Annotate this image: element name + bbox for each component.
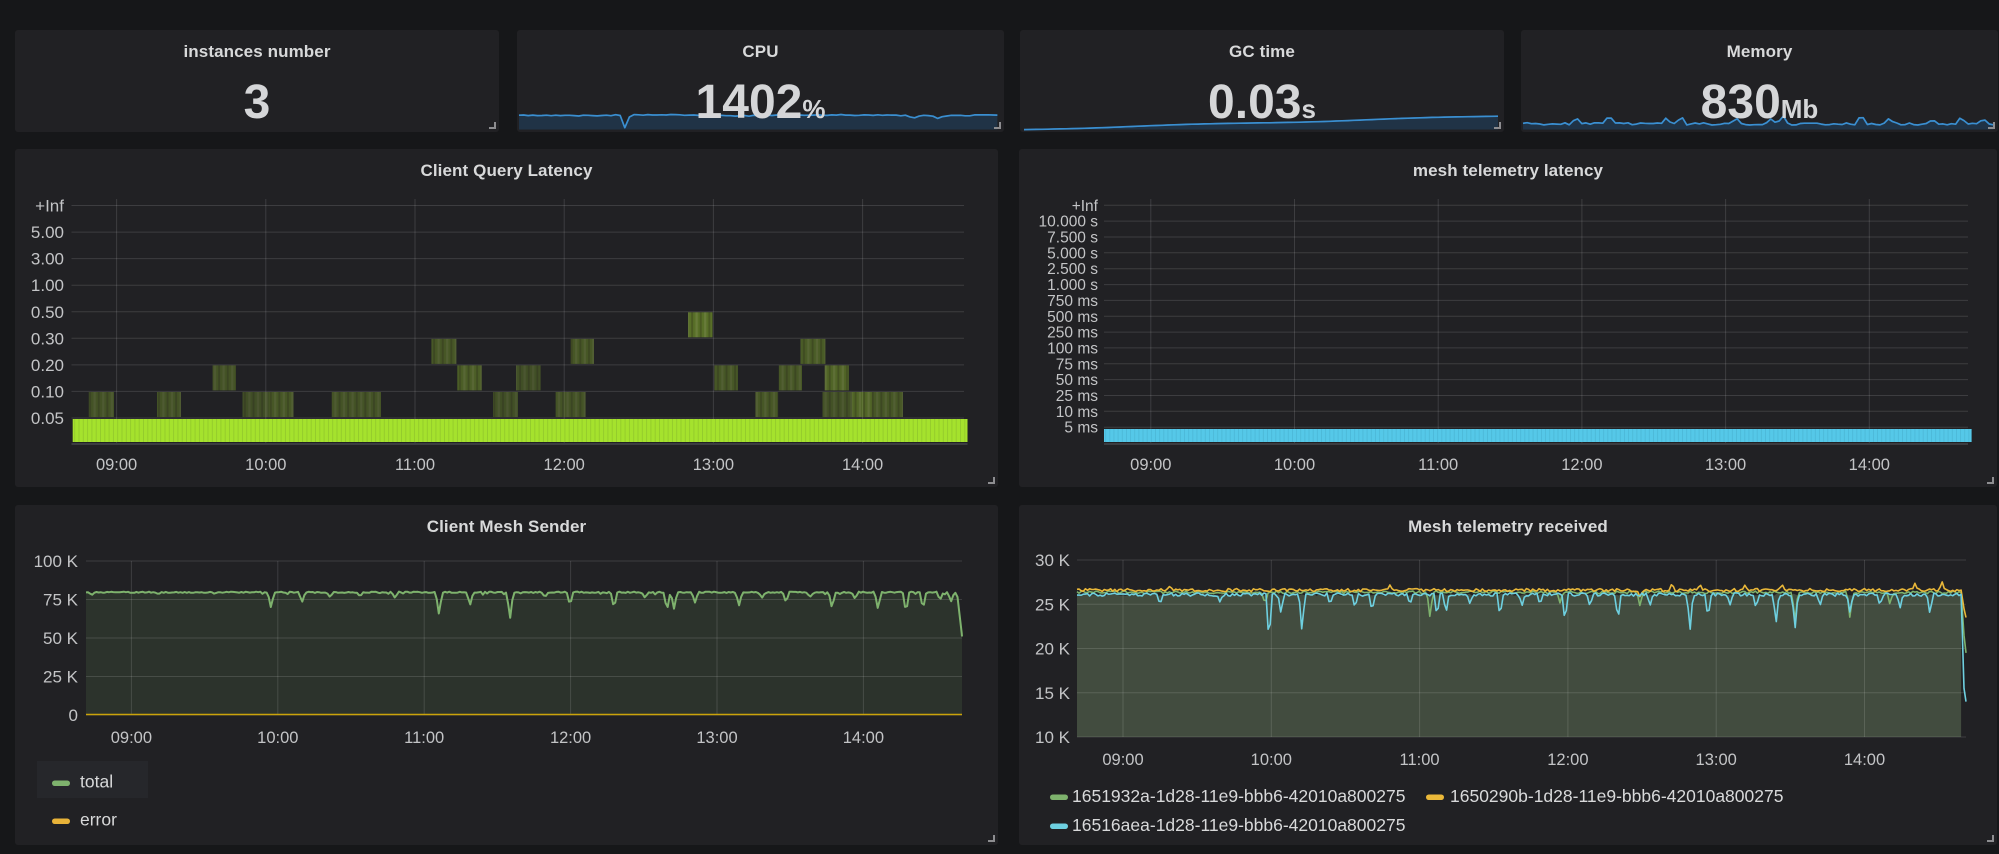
svg-text:0.05: 0.05 [31, 409, 64, 428]
svg-text:error: error [80, 810, 117, 830]
svg-text:830Mb: 830Mb [1701, 76, 1819, 129]
svg-text:12:00: 12:00 [550, 729, 591, 747]
svg-text:0.50: 0.50 [31, 303, 64, 322]
svg-text:09:00: 09:00 [1130, 456, 1171, 474]
svg-text:10 ms: 10 ms [1056, 404, 1098, 421]
svg-text:0: 0 [69, 706, 78, 725]
svg-text:14:00: 14:00 [842, 456, 883, 474]
svg-text:25 K: 25 K [1035, 595, 1071, 614]
svg-text:10:00: 10:00 [257, 729, 298, 747]
svg-text:14:00: 14:00 [1844, 751, 1885, 769]
svg-text:1651932a-1d28-11e9-bbb6-42010a: 1651932a-1d28-11e9-bbb6-42010a800275 [1072, 786, 1405, 806]
svg-text:+Inf: +Inf [35, 197, 64, 216]
svg-text:5.000 s: 5.000 s [1047, 245, 1098, 262]
svg-text:10:00: 10:00 [1251, 751, 1292, 769]
svg-text:75 K: 75 K [43, 591, 79, 610]
svg-text:1.000 s: 1.000 s [1047, 277, 1098, 294]
svg-text:15 K: 15 K [1035, 684, 1071, 703]
svg-text:0.03s: 0.03s [1208, 76, 1316, 129]
svg-text:+Inf: +Inf [1072, 198, 1099, 215]
svg-text:50 ms: 50 ms [1056, 372, 1098, 389]
svg-text:0.20: 0.20 [31, 356, 64, 375]
svg-text:09:00: 09:00 [96, 456, 137, 474]
svg-text:50 K: 50 K [43, 629, 79, 648]
svg-text:09:00: 09:00 [111, 729, 152, 747]
svg-text:0.10: 0.10 [31, 383, 64, 402]
svg-text:750 ms: 750 ms [1047, 293, 1098, 310]
svg-text:1.00: 1.00 [31, 276, 64, 295]
svg-text:10 K: 10 K [1035, 728, 1071, 747]
svg-text:14:00: 14:00 [1849, 456, 1890, 474]
svg-text:12:00: 12:00 [544, 456, 585, 474]
svg-text:11:00: 11:00 [395, 456, 435, 474]
svg-text:25 ms: 25 ms [1056, 388, 1098, 405]
svg-text:13:00: 13:00 [693, 456, 734, 474]
svg-text:5.00: 5.00 [31, 223, 64, 242]
svg-text:500 ms: 500 ms [1047, 309, 1098, 326]
svg-text:25 K: 25 K [43, 668, 79, 687]
svg-text:14:00: 14:00 [843, 729, 884, 747]
svg-text:12:00: 12:00 [1547, 751, 1588, 769]
svg-text:20 K: 20 K [1035, 640, 1071, 659]
svg-text:1650290b-1d28-11e9-bbb6-42010a: 1650290b-1d28-11e9-bbb6-42010a800275 [1450, 786, 1783, 806]
svg-text:0.30: 0.30 [31, 329, 64, 348]
svg-text:total: total [80, 772, 113, 792]
svg-text:12:00: 12:00 [1561, 456, 1602, 474]
svg-text:7.500 s: 7.500 s [1047, 230, 1098, 247]
svg-text:75 ms: 75 ms [1056, 356, 1098, 373]
svg-text:11:00: 11:00 [404, 729, 444, 747]
svg-text:30 K: 30 K [1035, 551, 1071, 570]
svg-text:100 K: 100 K [34, 552, 79, 571]
svg-text:10:00: 10:00 [1274, 456, 1315, 474]
svg-text:13:00: 13:00 [1705, 456, 1746, 474]
svg-text:3: 3 [244, 76, 271, 129]
svg-text:16516aea-1d28-11e9-bbb6-42010a: 16516aea-1d28-11e9-bbb6-42010a800275 [1072, 815, 1405, 835]
svg-text:11:00: 11:00 [1418, 456, 1458, 474]
svg-text:250 ms: 250 ms [1047, 325, 1098, 342]
svg-text:11:00: 11:00 [1400, 751, 1440, 769]
svg-text:1402%: 1402% [696, 76, 826, 129]
svg-text:09:00: 09:00 [1102, 751, 1143, 769]
svg-text:100 ms: 100 ms [1047, 341, 1098, 358]
svg-text:5 ms: 5 ms [1064, 420, 1098, 437]
svg-text:10.000 s: 10.000 s [1039, 214, 1099, 231]
svg-text:10:00: 10:00 [245, 456, 286, 474]
svg-text:3.00: 3.00 [31, 250, 64, 269]
svg-text:13:00: 13:00 [696, 729, 737, 747]
svg-text:2.500 s: 2.500 s [1047, 261, 1098, 278]
svg-text:13:00: 13:00 [1696, 751, 1737, 769]
